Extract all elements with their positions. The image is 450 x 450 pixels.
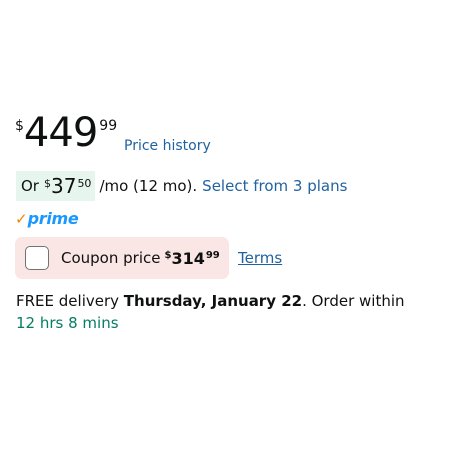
prime-badge: ✓ prime [15,209,79,229]
installment-or-label: Or [21,177,39,195]
coupon-price-fraction: 99 [205,249,220,261]
price-fraction: 99 [99,118,118,134]
coupon-row: Coupon price $ 314 99 Terms [15,237,282,279]
installment-whole: 37 [50,174,77,198]
coupon-label-text: Coupon price [61,249,161,267]
installment-currency-symbol: $ [43,177,51,190]
delivery-prefix: FREE delivery [16,292,124,310]
coupon-currency-symbol: $ [164,249,172,261]
delivery-message: FREE delivery Thursday, January 22. Orde… [16,290,426,334]
installment-price-pill: Or $ 37 50 [16,171,96,201]
prime-check-icon: ✓ [15,209,28,228]
delivery-date: Thursday, January 22 [123,292,303,310]
prime-logo-text: prime [27,209,79,228]
coupon-checkbox[interactable] [25,246,49,270]
price-history-link[interactable]: Price history [124,138,211,154]
delivery-middle: . Order within [302,292,405,310]
installment-offer: Or $ 37 50 /mo (12 mo). Select from 3 pl… [16,171,347,201]
coupon-label: Coupon price $ 314 99 [61,249,220,268]
delivery-countdown: 12 hrs 8 mins [16,314,119,332]
coupon-terms-link[interactable]: Terms [238,249,282,267]
installment-term: /mo (12 mo). [99,177,198,195]
price-display: $ 449 99 [15,113,117,153]
installment-fraction: 50 [77,177,92,190]
coupon-price-whole: 314 [171,248,205,268]
select-plans-link[interactable]: Select from 3 plans [202,177,347,195]
price-whole: 449 [23,110,98,156]
coupon-box[interactable]: Coupon price $ 314 99 [15,237,229,279]
price-currency-symbol: $ [15,118,24,134]
